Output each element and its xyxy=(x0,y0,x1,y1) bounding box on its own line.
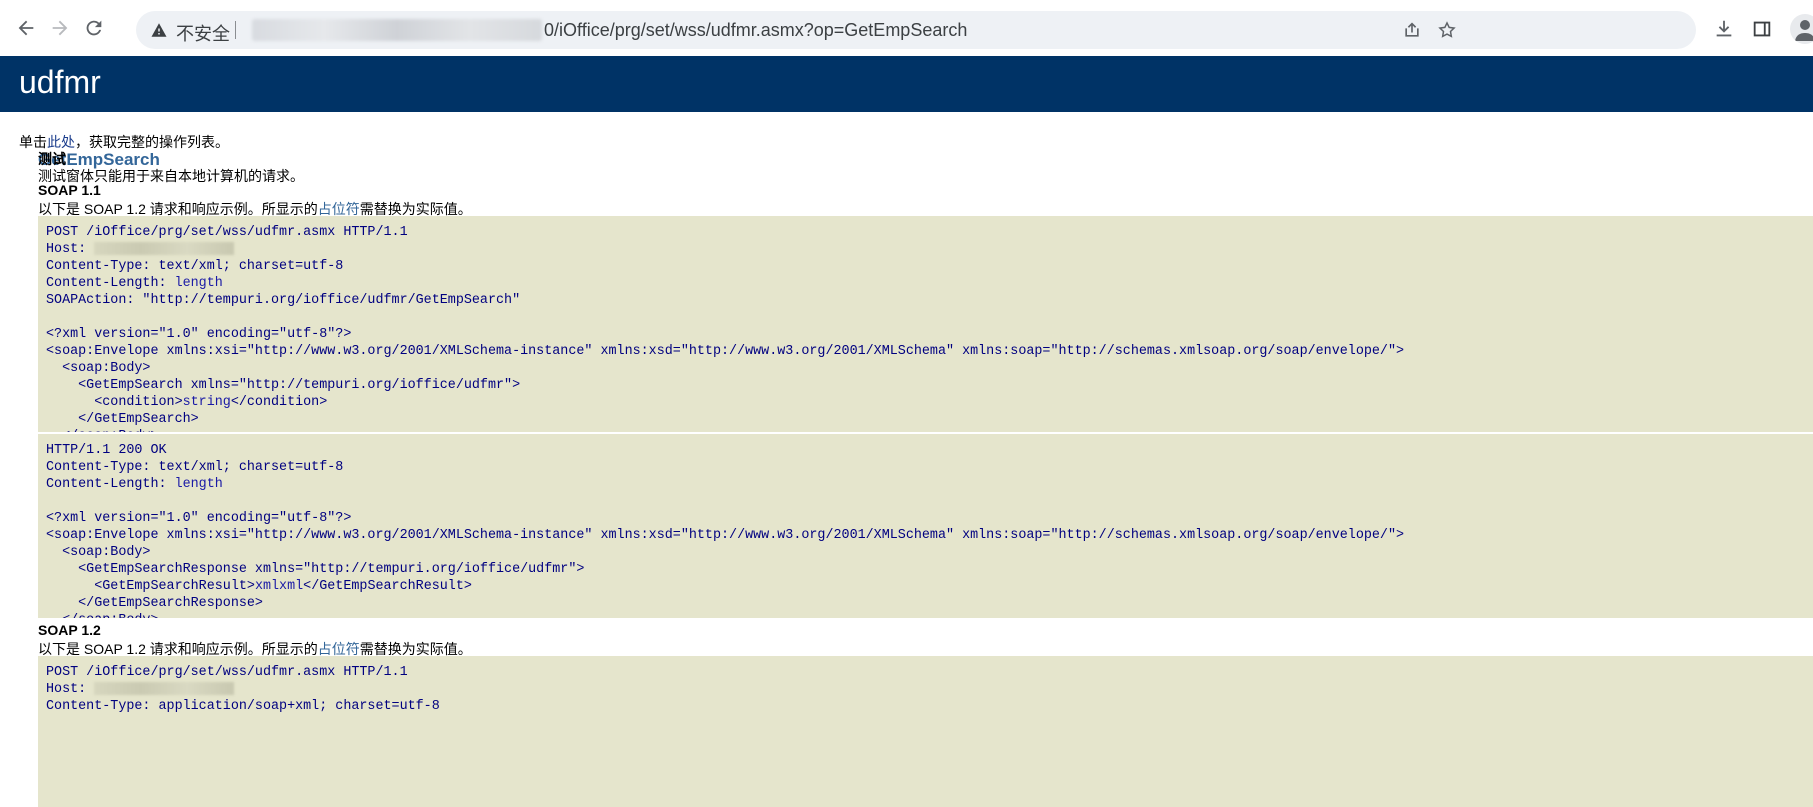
warning-icon xyxy=(151,23,167,37)
code-line: <condition>string</condition> xyxy=(46,394,1813,411)
redacted-host xyxy=(94,681,235,695)
code-text: Content-Length: xyxy=(46,276,175,291)
service-name: udfmr xyxy=(19,64,101,100)
code-text: HTTP/1.1 200 OK xyxy=(46,443,167,458)
soap12-request-sample: POST /iOffice/prg/set/wss/udfmr.asmx HTT… xyxy=(38,656,1813,807)
code-text: </GetEmpSearchResult> xyxy=(303,579,472,594)
reload-icon xyxy=(86,20,102,36)
profile-avatar[interactable] xyxy=(1790,14,1813,44)
download-icon[interactable] xyxy=(1713,18,1735,40)
side-panel-icon[interactable] xyxy=(1751,18,1773,40)
code-line: </soap:Body> xyxy=(46,612,1813,618)
code-text: Host: xyxy=(46,682,95,697)
code-text: <?xml version="1.0" encoding="utf-8"?> xyxy=(46,327,352,342)
code-text: SOAPAction: "http://tempuri.org/ioffice/… xyxy=(46,293,521,308)
code-text: </soap:Body> xyxy=(46,429,158,432)
code-line: <soap:Body> xyxy=(46,360,1813,377)
code-line: <soap:Envelope xmlns:xsi="http://www.w3.… xyxy=(46,527,1813,544)
code-line: </soap:Body> xyxy=(46,428,1813,432)
code-text: <GetEmpSearch xmlns="http://tempuri.org/… xyxy=(46,378,521,393)
reload-button[interactable] xyxy=(80,14,108,42)
code-text: Content-Type: application/soap+xml; char… xyxy=(46,699,440,714)
code-line: Content-Length: length xyxy=(46,476,1813,493)
code-text: Content-Type: text/xml; charset=utf-8 xyxy=(46,259,344,274)
arrow-right-icon xyxy=(52,20,68,36)
code-text: POST /iOffice/prg/set/wss/udfmr.asmx HTT… xyxy=(46,225,408,240)
soap11-heading: SOAP 1.1 xyxy=(38,182,101,198)
code-line: <GetEmpSearchResponse xmlns="http://temp… xyxy=(46,561,1813,578)
code-text: <GetEmpSearchResponse xmlns="http://temp… xyxy=(46,562,585,577)
code-text: <soap:Envelope xmlns:xsi="http://www.w3.… xyxy=(46,344,1405,359)
code-line: <soap:Body> xyxy=(46,544,1813,561)
soap11-placeholder-link[interactable]: 占位符 xyxy=(318,201,360,217)
soap12-placeholder-link[interactable]: 占位符 xyxy=(318,641,360,657)
service-heading-bar: udfmr xyxy=(0,56,1813,112)
code-line: <?xml version="1.0" encoding="utf-8"?> xyxy=(46,510,1813,527)
code-line: <?xml version="1.0" encoding="utf-8"?> xyxy=(46,326,1813,343)
code-line: Host: xyxy=(46,681,1813,698)
code-text: POST /iOffice/prg/set/wss/udfmr.asmx HTT… xyxy=(46,665,408,680)
code-line: <GetEmpSearch xmlns="http://tempuri.org/… xyxy=(46,377,1813,394)
code-line: SOAPAction: "http://tempuri.org/ioffice/… xyxy=(46,292,1813,309)
code-line: Host: xyxy=(46,241,1813,258)
soap11-response-sample: HTTP/1.1 200 OK Content-Type: text/xml; c… xyxy=(38,434,1813,618)
placeholder-value: xmlxml xyxy=(254,579,304,594)
code-text: </soap:Body> xyxy=(46,613,158,618)
code-text: </condition> xyxy=(230,395,328,410)
code-line: </GetEmpSearchResponse> xyxy=(46,595,1813,612)
forward-button[interactable] xyxy=(46,14,74,42)
soap11-desc-suffix: 需替换为实际值。 xyxy=(359,201,472,217)
code-line: POST /iOffice/prg/set/wss/udfmr.asmx HTT… xyxy=(46,224,1813,241)
code-line: <soap:Envelope xmlns:xsi="http://www.w3.… xyxy=(46,343,1813,360)
share-icon[interactable] xyxy=(1402,20,1422,40)
browser-toolbar: 不安全 0/iOffice/prg/set/wss/udfmr.asmx?op=… xyxy=(0,0,1813,57)
code-text: <soap:Body> xyxy=(46,361,151,376)
arrow-left-icon xyxy=(18,20,34,36)
code-text: <condition> xyxy=(46,395,183,410)
soap11-desc-prefix: 以下是 SOAP 1.2 请求和响应示例。所显示的 xyxy=(38,201,318,217)
omnibox-separator xyxy=(235,21,236,39)
code-line: Content-Length: length xyxy=(46,275,1813,292)
code-text: <GetEmpSearchResult> xyxy=(46,579,255,594)
code-line: Content-Type: text/xml; charset=utf-8 xyxy=(46,258,1813,275)
code-text: </GetEmpSearch> xyxy=(46,412,199,427)
placeholder-value: length xyxy=(174,276,223,291)
back-button[interactable] xyxy=(12,14,40,42)
placeholder-value: string xyxy=(182,395,231,410)
security-label[interactable]: 不安全 xyxy=(176,20,230,46)
code-line: Content-Type: text/xml; charset=utf-8 xyxy=(46,459,1813,476)
star-icon[interactable] xyxy=(1437,20,1457,40)
code-line: POST /iOffice/prg/set/wss/udfmr.asmx HTT… xyxy=(46,664,1813,681)
code-text: Host: xyxy=(46,242,95,257)
code-line: Content-Type: application/soap+xml; char… xyxy=(46,698,1813,715)
redacted-host xyxy=(252,19,542,41)
soap12-heading: SOAP 1.2 xyxy=(38,622,101,638)
soap11-request-sample: POST /iOffice/prg/set/wss/udfmr.asmx HTT… xyxy=(38,216,1813,432)
person-icon xyxy=(1795,20,1813,41)
soap12-desc-prefix: 以下是 SOAP 1.2 请求和响应示例。所显示的 xyxy=(38,641,318,657)
operation-list-link[interactable]: 此处 xyxy=(47,134,75,150)
code-text: <?xml version="1.0" encoding="utf-8"?> xyxy=(46,511,352,526)
code-text: Content-Type: text/xml; charset=utf-8 xyxy=(46,460,344,475)
redacted-host xyxy=(94,241,235,255)
code-text: Content-Length: xyxy=(46,477,175,492)
intro-prefix: 单击 xyxy=(19,134,47,150)
code-text: <soap:Body> xyxy=(46,545,151,560)
soap12-desc-suffix: 需替换为实际值。 xyxy=(359,641,472,657)
code-text: <soap:Envelope xmlns:xsi="http://www.w3.… xyxy=(46,528,1405,543)
code-line: HTTP/1.1 200 OK xyxy=(46,442,1813,459)
placeholder-value: length xyxy=(174,477,223,492)
address-bar[interactable]: 不安全 0/iOffice/prg/set/wss/udfmr.asmx?op=… xyxy=(136,11,1696,49)
code-text: </GetEmpSearchResponse> xyxy=(46,596,263,611)
url-text[interactable]: 0/iOffice/prg/set/wss/udfmr.asmx?op=GetE… xyxy=(544,20,967,41)
intro-suffix: ，获取完整的操作列表。 xyxy=(75,134,229,150)
code-line: <GetEmpSearchResult>xmlxml</GetEmpSearch… xyxy=(46,578,1813,595)
page-content: udfmr 单击此处，获取完整的操作列表。 GetEmpSearch 测试 测试… xyxy=(0,56,1813,807)
code-line: </GetEmpSearch> xyxy=(46,411,1813,428)
